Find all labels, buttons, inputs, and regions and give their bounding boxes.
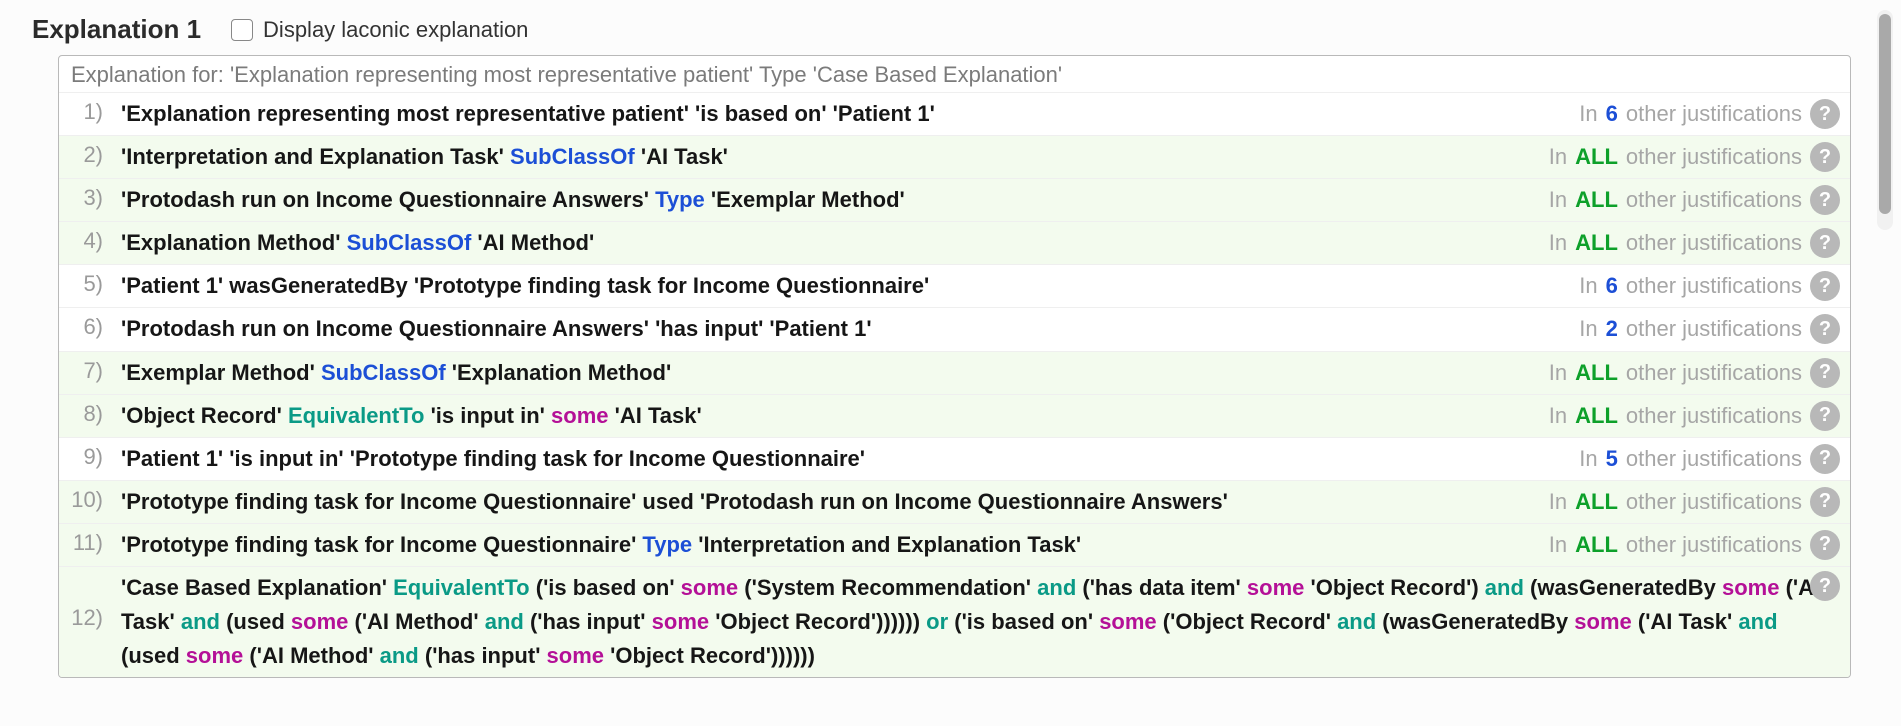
justification-tail: InALLother justifications? [1539,356,1840,388]
justification-tail: InALLother justifications? [1539,528,1840,560]
axiom-text: 'Exemplar Method' SubClassOf 'Explanatio… [111,356,1539,390]
help-icon[interactable]: ? [1810,185,1840,215]
panel-caption: Explanation for: 'Explanation representi… [59,56,1850,92]
help-icon[interactable]: ? [1810,444,1840,474]
row-number: 5) [59,269,111,297]
axiom-row: 8)'Object Record' EquivalentTo 'is input… [59,394,1850,437]
axiom-rows: 1)'Explanation representing most represe… [59,92,1850,677]
row-number: 3) [59,183,111,211]
row-number: 8) [59,399,111,427]
axiom-text: 'Interpretation and Explanation Task' Su… [111,140,1539,174]
help-icon[interactable]: ? [1810,314,1840,344]
justification-tail: InALLother justifications? [1539,399,1840,431]
axiom-text: 'Patient 1' wasGeneratedBy 'Prototype fi… [111,269,1569,303]
laconic-label: Display laconic explanation [263,17,528,43]
row-number: 6) [59,312,111,340]
pane-title: Explanation 1 [32,14,201,45]
row-number: 7) [59,356,111,384]
help-icon[interactable]: ? [1810,571,1840,601]
justification-panel: Explanation for: 'Explanation representi… [58,55,1851,678]
help-icon[interactable]: ? [1810,530,1840,560]
justification-tail: InALLother justifications? [1539,485,1840,517]
axiom-text: 'Patient 1' 'is input in' 'Prototype fin… [111,442,1569,476]
row-number: 9) [59,442,111,470]
axiom-text: 'Prototype finding task for Income Quest… [111,485,1539,519]
justification-tail: ? [1810,571,1840,601]
explanation-pane: Explanation 1 Display laconic explanatio… [0,0,1901,726]
axiom-text: 'Explanation representing most represent… [111,97,1569,131]
justification-tail: In2other justifications? [1569,312,1840,344]
axiom-text: 'Explanation Method' SubClassOf 'AI Meth… [111,226,1539,260]
row-number: 12) [59,571,111,631]
axiom-row: 12)'Case Based Explanation' EquivalentTo… [59,566,1850,677]
axiom-row: 1)'Explanation representing most represe… [59,92,1850,135]
help-icon[interactable]: ? [1810,401,1840,431]
justification-tail: InALLother justifications? [1539,183,1840,215]
help-icon[interactable]: ? [1810,487,1840,517]
axiom-text: 'Protodash run on Income Questionnaire A… [111,183,1539,217]
laconic-checkbox[interactable] [231,19,253,41]
axiom-row: 7)'Exemplar Method' SubClassOf 'Explanat… [59,351,1850,394]
axiom-text: 'Case Based Explanation' EquivalentTo ('… [111,571,1840,673]
row-number: 10) [59,485,111,513]
help-icon[interactable]: ? [1810,271,1840,301]
row-number: 11) [59,528,111,556]
header: Explanation 1 Display laconic explanatio… [28,14,1861,45]
axiom-row: 9)'Patient 1' 'is input in' 'Prototype f… [59,437,1850,480]
axiom-row: 10)'Prototype finding task for Income Qu… [59,480,1850,523]
row-number: 4) [59,226,111,254]
justification-tail: In6other justifications? [1569,97,1840,129]
row-number: 1) [59,97,111,125]
row-number: 2) [59,140,111,168]
laconic-toggle-wrap: Display laconic explanation [231,17,528,43]
axiom-row: 6)'Protodash run on Income Questionnaire… [59,307,1850,350]
axiom-text: 'Prototype finding task for Income Quest… [111,528,1539,562]
help-icon[interactable]: ? [1810,142,1840,172]
axiom-row: 11)'Prototype finding task for Income Qu… [59,523,1850,566]
justification-tail: InALLother justifications? [1539,226,1840,258]
axiom-text: 'Object Record' EquivalentTo 'is input i… [111,399,1539,433]
axiom-text: 'Protodash run on Income Questionnaire A… [111,312,1569,346]
justification-tail: In5other justifications? [1569,442,1840,474]
axiom-row: 2)'Interpretation and Explanation Task' … [59,135,1850,178]
axiom-row: 4)'Explanation Method' SubClassOf 'AI Me… [59,221,1850,264]
help-icon[interactable]: ? [1810,358,1840,388]
axiom-row: 5)'Patient 1' wasGeneratedBy 'Prototype … [59,264,1850,307]
justification-tail: InALLother justifications? [1539,140,1840,172]
vertical-scrollbar[interactable] [1877,10,1893,230]
axiom-row: 3)'Protodash run on Income Questionnaire… [59,178,1850,221]
scrollbar-thumb[interactable] [1879,14,1891,214]
justification-tail: In6other justifications? [1569,269,1840,301]
help-icon[interactable]: ? [1810,228,1840,258]
help-icon[interactable]: ? [1810,99,1840,129]
